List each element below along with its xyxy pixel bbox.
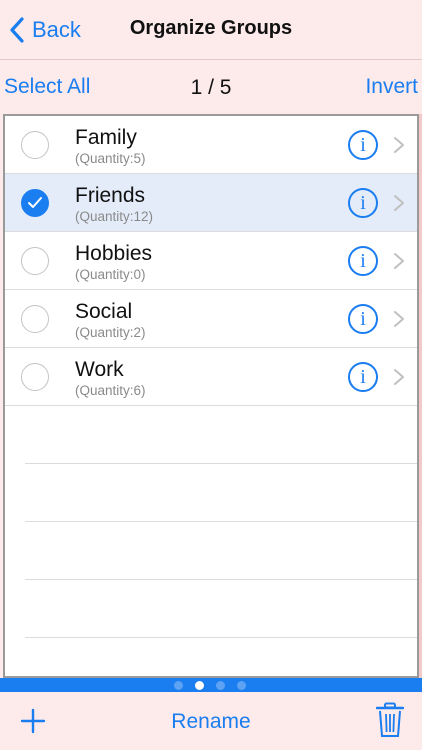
group-row[interactable]: Family (Quantity:5) i bbox=[5, 116, 417, 174]
info-icon[interactable]: i bbox=[348, 188, 378, 218]
page-dots[interactable] bbox=[174, 681, 246, 690]
rename-button[interactable]: Rename bbox=[0, 710, 422, 734]
chevron-right-icon bbox=[394, 137, 404, 153]
invert-button[interactable]: Invert bbox=[365, 75, 418, 99]
group-name: Family bbox=[75, 126, 137, 149]
group-name: Hobbies bbox=[75, 242, 153, 265]
empty-row bbox=[25, 580, 417, 638]
back-button[interactable]: Back bbox=[8, 14, 81, 46]
group-row[interactable]: Hobbies (Quantity:0) i bbox=[5, 232, 417, 290]
group-name: Work bbox=[75, 358, 124, 381]
group-row[interactable]: Work (Quantity:6) i bbox=[5, 348, 417, 406]
group-quantity: (Quantity:0) bbox=[75, 267, 146, 282]
checkmark-icon bbox=[28, 197, 42, 208]
chevron-right-icon bbox=[394, 195, 404, 211]
unchecked-radio[interactable] bbox=[21, 363, 49, 391]
page-indicator: 1 / 5 bbox=[190, 76, 232, 99]
group-row[interactable]: Social (Quantity:2) i bbox=[5, 290, 417, 348]
delete-button[interactable] bbox=[375, 702, 405, 743]
trash-icon bbox=[375, 702, 405, 737]
group-name: Social bbox=[75, 300, 133, 323]
bottom-toolbar: Rename bbox=[0, 692, 422, 750]
page-control-bar bbox=[0, 678, 422, 692]
group-name: Friends bbox=[75, 184, 146, 207]
page-dot[interactable] bbox=[216, 681, 225, 690]
info-icon[interactable]: i bbox=[348, 130, 378, 160]
back-label: Back bbox=[32, 17, 81, 42]
selection-toolbar: Select All 1 / 5 Invert bbox=[0, 60, 422, 114]
empty-row bbox=[25, 522, 417, 580]
unchecked-radio[interactable] bbox=[21, 247, 49, 275]
empty-row bbox=[25, 464, 417, 522]
group-row[interactable]: Friends (Quantity:12) i bbox=[5, 174, 417, 232]
page-dot[interactable] bbox=[174, 681, 183, 690]
checked-radio[interactable] bbox=[21, 189, 49, 217]
chevron-right-icon bbox=[394, 369, 404, 385]
info-icon[interactable]: i bbox=[348, 304, 378, 334]
page-dot[interactable] bbox=[237, 681, 246, 690]
page-dot[interactable] bbox=[195, 681, 204, 690]
info-icon[interactable]: i bbox=[348, 246, 378, 276]
group-quantity: (Quantity:2) bbox=[75, 325, 146, 340]
unchecked-radio[interactable] bbox=[21, 131, 49, 159]
empty-row bbox=[25, 406, 417, 464]
chevron-left-icon bbox=[10, 17, 24, 43]
group-quantity: (Quantity:12) bbox=[75, 209, 154, 224]
navigation-bar: Back Organize Groups bbox=[0, 0, 422, 60]
group-list: Family (Quantity:5) i Friends (Quantity:12) i… bbox=[3, 114, 419, 678]
chevron-right-icon bbox=[394, 253, 404, 269]
info-icon[interactable]: i bbox=[348, 362, 378, 392]
group-quantity: (Quantity:6) bbox=[75, 383, 146, 398]
unchecked-radio[interactable] bbox=[21, 305, 49, 333]
group-quantity: (Quantity:5) bbox=[75, 151, 146, 166]
chevron-right-icon bbox=[394, 311, 404, 327]
